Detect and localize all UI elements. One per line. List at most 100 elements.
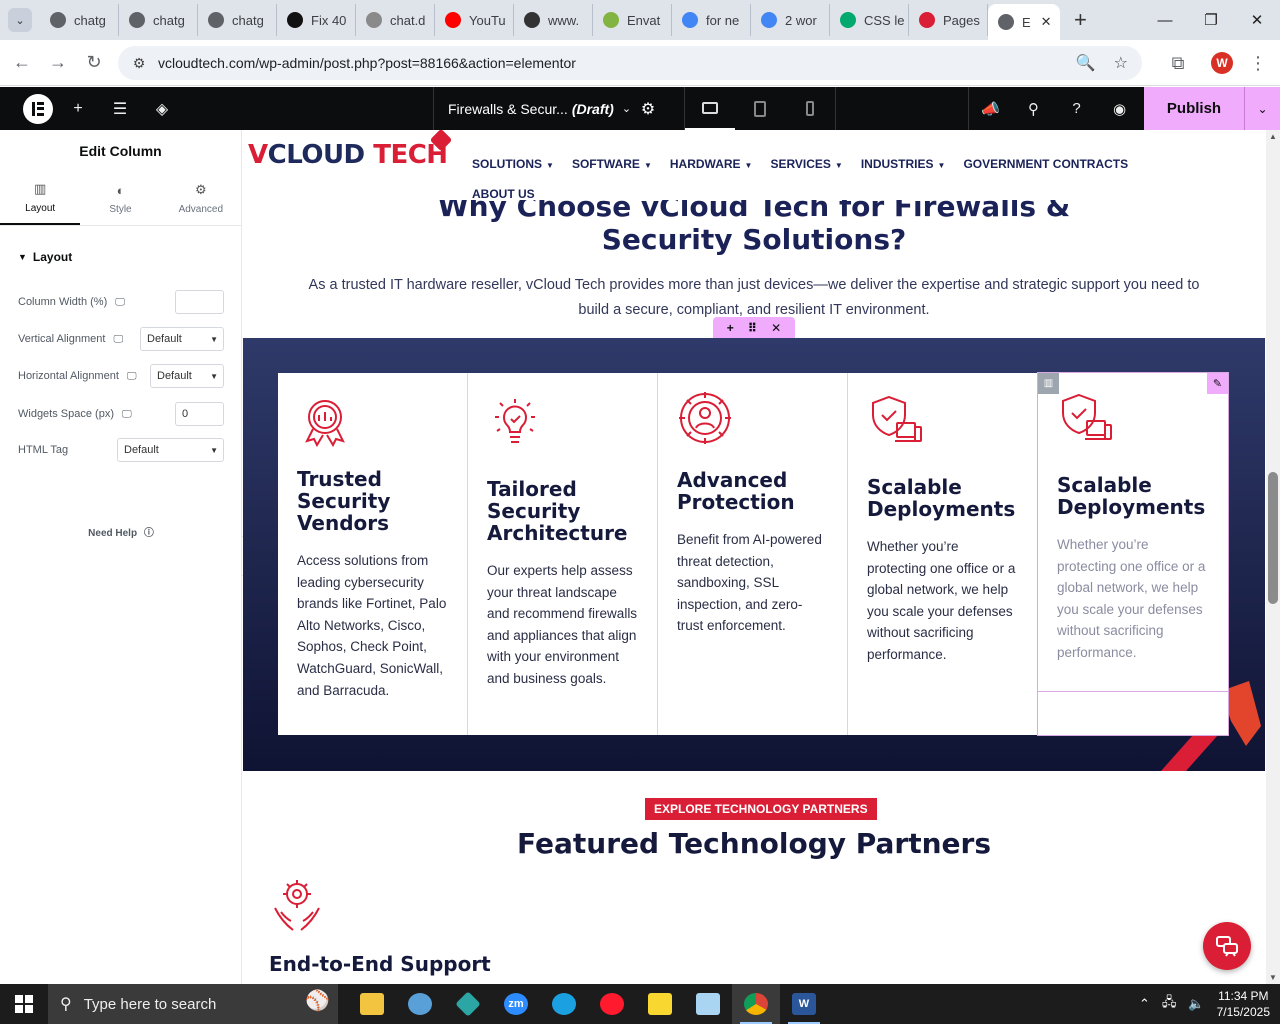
sticky-notes-icon[interactable] bbox=[636, 984, 684, 1024]
volume-icon[interactable]: 🔈 bbox=[1188, 996, 1204, 1012]
vertical-alignment-select[interactable]: Default ▼ bbox=[140, 327, 224, 351]
mobile-view-icon[interactable] bbox=[785, 87, 835, 130]
browser-tab[interactable]: Pages bbox=[909, 4, 988, 36]
menu-item[interactable]: SOFTWARE ▼ bbox=[572, 150, 652, 180]
tab-layout[interactable]: ▥ Layout bbox=[0, 172, 81, 225]
responsive-monitor-icon[interactable]: 🖵 bbox=[122, 409, 132, 420]
scroll-down-arrow-icon[interactable]: ▼ bbox=[1266, 973, 1280, 982]
edge-browser-icon[interactable] bbox=[540, 984, 588, 1024]
browser-tab[interactable]: YouTu bbox=[435, 4, 514, 36]
layout-section-toggle[interactable]: ▼ Layout bbox=[18, 250, 241, 264]
windows-start-icon[interactable] bbox=[0, 984, 48, 1024]
edit-widget-pencil-icon[interactable]: ✎ bbox=[1207, 373, 1228, 394]
browser-tab[interactable]: Envat bbox=[593, 4, 672, 36]
tab-style[interactable]: ◐ Style bbox=[80, 172, 160, 225]
close-window-icon[interactable]: ✕ bbox=[1234, 0, 1280, 40]
notepad-icon[interactable] bbox=[684, 984, 732, 1024]
end-to-end-support-heading[interactable]: End-to-End Support bbox=[269, 952, 491, 976]
file-explorer-icon[interactable] bbox=[348, 984, 396, 1024]
browser-tab[interactable]: Fix 40 bbox=[277, 4, 356, 36]
profile-button[interactable]: W bbox=[1204, 45, 1240, 81]
menu-item[interactable]: HARDWARE ▼ bbox=[670, 150, 753, 180]
url-field[interactable]: ⚙ vcloudtech.com/wp-admin/post.php?post=… bbox=[118, 46, 1142, 80]
browser-tab-active[interactable]: E ✕ bbox=[988, 4, 1060, 40]
new-tab-button[interactable]: + bbox=[1074, 7, 1087, 33]
finder-search-icon[interactable]: ⚲ bbox=[1012, 87, 1055, 130]
responsive-monitor-icon[interactable]: 🖵 bbox=[127, 371, 137, 382]
feature-card[interactable]: Tailored Security Architecture Our expert… bbox=[468, 373, 658, 735]
add-section-icon[interactable]: + bbox=[727, 321, 734, 335]
browser-tab[interactable]: chatg bbox=[198, 4, 277, 36]
chrome-browser-icon[interactable] bbox=[732, 984, 780, 1024]
vcloud-tech-logo[interactable]: VCLOUD TECH bbox=[248, 140, 448, 170]
bookmark-star-icon[interactable]: ☆ bbox=[1114, 53, 1128, 73]
publish-options-button[interactable]: ⌄ bbox=[1244, 87, 1280, 130]
browser-tab[interactable]: chat.d bbox=[356, 4, 435, 36]
preview-eye-icon[interactable]: ◉ bbox=[1098, 87, 1141, 130]
back-icon[interactable]: ← bbox=[4, 45, 40, 81]
chat-widget-button[interactable] bbox=[1203, 922, 1251, 970]
page-settings-gear-icon[interactable]: ⚙ bbox=[628, 87, 668, 130]
html-tag-select[interactable]: Default ▼ bbox=[117, 438, 224, 462]
menu-item[interactable]: GOVERNMENT CONTRACTS bbox=[963, 150, 1128, 178]
why-choose-description[interactable]: As a trusted IT hardware reseller, vClou… bbox=[293, 273, 1215, 323]
word-app-icon[interactable]: W bbox=[780, 984, 828, 1024]
responsive-monitor-icon[interactable]: 🖵 bbox=[115, 297, 125, 308]
app-hex-icon[interactable] bbox=[444, 984, 492, 1024]
reload-icon[interactable]: ↻ bbox=[76, 45, 112, 81]
features-section[interactable]: Trusted Security Vendors Access solutions… bbox=[243, 338, 1265, 771]
site-settings-sliders-icon[interactable]: ☰ bbox=[99, 87, 141, 130]
show-hidden-icons-icon[interactable]: ⌃ bbox=[1139, 996, 1150, 1012]
menu-item[interactable]: ABOUT US bbox=[472, 180, 535, 208]
site-settings-icon[interactable]: ⚙ bbox=[124, 55, 154, 72]
help-question-icon[interactable]: ? bbox=[1055, 87, 1098, 130]
tab-search-button[interactable]: ⌄ bbox=[8, 8, 32, 32]
close-tab-icon[interactable]: ✕ bbox=[1041, 14, 1052, 30]
structure-layers-icon[interactable]: ◈ bbox=[141, 87, 183, 130]
notifications-megaphone-icon[interactable]: 📣 bbox=[969, 87, 1012, 130]
add-element-icon[interactable]: + bbox=[57, 87, 99, 130]
kebab-menu-icon[interactable]: ⋮ bbox=[1240, 45, 1276, 81]
feature-card[interactable]: Scalable Deployments Whether you’re prote… bbox=[848, 373, 1038, 735]
page-scrollbar[interactable]: ▲ ▼ bbox=[1266, 130, 1280, 984]
feature-card[interactable]: Advanced Protection Benefit from AI-power… bbox=[658, 373, 848, 735]
explore-partners-badge[interactable]: EXPLORE TECHNOLOGY PARTNERS bbox=[645, 798, 877, 820]
browser-tab[interactable]: CSS le bbox=[830, 4, 909, 36]
taskbar-search-input[interactable]: ⚲ Type here to search ⚾ bbox=[48, 984, 338, 1024]
zoom-app-icon[interactable]: zm bbox=[492, 984, 540, 1024]
minimize-icon[interactable]: — bbox=[1142, 0, 1188, 40]
horizontal-alignment-select[interactable]: Default ▼ bbox=[150, 364, 224, 388]
browser-tab[interactable]: for ne bbox=[672, 4, 751, 36]
featured-partners-heading[interactable]: Featured Technology Partners bbox=[243, 827, 1265, 860]
url-text[interactable]: vcloudtech.com/wp-admin/post.php?post=88… bbox=[158, 55, 576, 71]
need-help-link[interactable]: Need Help ⓘ bbox=[0, 524, 242, 539]
delete-section-icon[interactable]: ✕ bbox=[771, 321, 781, 335]
network-icon[interactable]: 🖧 bbox=[1162, 993, 1177, 1015]
feature-card[interactable]: Trusted Security Vendors Access solutions… bbox=[278, 373, 468, 735]
browser-tab[interactable]: www. bbox=[514, 4, 593, 36]
zoom-icon[interactable]: 🔍 bbox=[1076, 53, 1096, 73]
drag-handle-icon[interactable]: ⠿ bbox=[748, 321, 757, 335]
scrollbar-thumb[interactable] bbox=[1268, 472, 1278, 604]
system-clock[interactable]: 11:34 PM 7/15/2025 bbox=[1217, 988, 1270, 1020]
tablet-view-icon[interactable] bbox=[735, 87, 785, 130]
column-width-input[interactable] bbox=[175, 290, 224, 314]
restore-icon[interactable]: ❐ bbox=[1188, 0, 1234, 40]
scroll-up-arrow-icon[interactable]: ▲ bbox=[1266, 132, 1280, 141]
tab-advanced[interactable]: ⚙ Advanced bbox=[161, 172, 241, 225]
responsive-monitor-icon[interactable]: 🖵 bbox=[113, 334, 123, 345]
browser-tab[interactable]: chatg bbox=[40, 4, 119, 36]
browser-tab[interactable]: chatg bbox=[119, 4, 198, 36]
extensions-icon[interactable]: ⧉ bbox=[1160, 45, 1196, 81]
opera-browser-icon[interactable] bbox=[588, 984, 636, 1024]
publish-button[interactable]: Publish bbox=[1144, 87, 1244, 130]
menu-item[interactable]: SERVICES ▼ bbox=[770, 150, 842, 180]
widgets-space-input[interactable]: 0 bbox=[175, 402, 224, 426]
forward-icon[interactable]: → bbox=[40, 45, 76, 81]
paint-palette-icon[interactable] bbox=[396, 984, 444, 1024]
menu-item[interactable]: SOLUTIONS ▼ bbox=[472, 150, 554, 180]
menu-item[interactable]: INDUSTRIES ▼ bbox=[861, 150, 946, 180]
desktop-view-icon[interactable] bbox=[685, 87, 735, 130]
feature-card-selected-column[interactable]: Scalable Deployments Whether you’re prote… bbox=[1037, 372, 1229, 736]
edit-column-handle-icon[interactable]: ▥ bbox=[1038, 373, 1059, 394]
